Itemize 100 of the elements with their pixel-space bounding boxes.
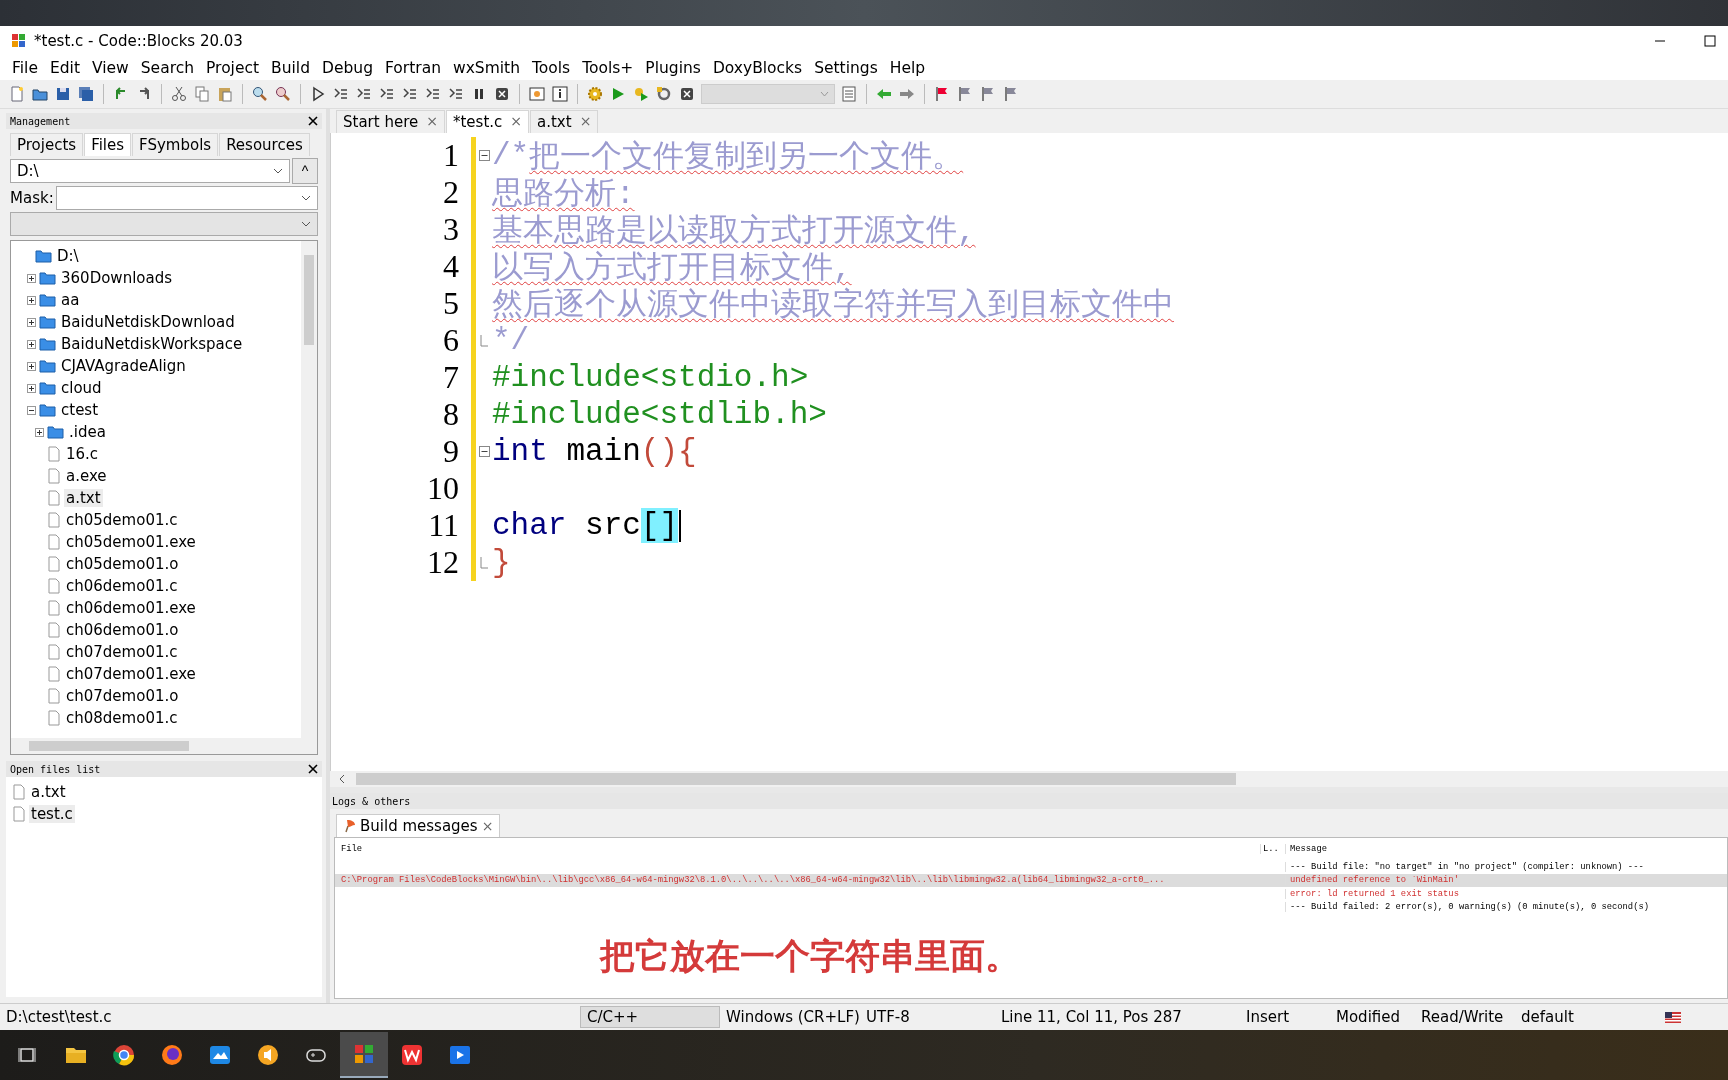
tree-item[interactable]: ch08demo01.c bbox=[64, 709, 180, 727]
file-icon bbox=[47, 490, 61, 506]
tree-item[interactable]: ch05demo01.c bbox=[64, 511, 180, 529]
column-header[interactable]: File bbox=[335, 844, 1260, 854]
tree-item[interactable]: CJAVAgradeAlign bbox=[59, 357, 188, 375]
expand-icon[interactable] bbox=[27, 273, 36, 283]
expand-icon[interactable] bbox=[27, 383, 36, 393]
code-line: int main(){ bbox=[492, 434, 697, 469]
panel-tab[interactable]: FSymbols bbox=[132, 133, 219, 156]
tree-item[interactable]: ch07demo01.o bbox=[64, 687, 181, 705]
menu-item[interactable]: View bbox=[85, 59, 135, 77]
info-icon[interactable] bbox=[551, 85, 569, 103]
copy-icon[interactable] bbox=[193, 85, 211, 103]
menu-item[interactable]: wxSmith bbox=[447, 59, 526, 77]
tree-item[interactable]: ch06demo01.o bbox=[64, 621, 181, 639]
editor-tab[interactable]: *test.c × bbox=[445, 110, 529, 133]
tree-item[interactable]: ch07demo01.exe bbox=[64, 665, 198, 683]
maximize-icon[interactable] bbox=[1704, 35, 1716, 47]
menu-item[interactable]: Edit bbox=[43, 59, 86, 77]
tree-item[interactable]: ch05demo01.exe bbox=[64, 533, 198, 551]
replace-icon[interactable] bbox=[274, 85, 292, 103]
folder-icon bbox=[39, 359, 56, 373]
cut-icon[interactable] bbox=[170, 85, 188, 103]
chevron-down-icon bbox=[301, 221, 311, 227]
tree-item[interactable]: BaiduNetdiskWorkspace bbox=[59, 335, 245, 353]
menu-item[interactable]: Debug bbox=[316, 59, 379, 77]
editor-tab[interactable]: a.txt × bbox=[530, 110, 599, 133]
menu-item[interactable]: DoxyBlocks bbox=[706, 59, 809, 77]
fold-icon[interactable] bbox=[478, 150, 490, 161]
tree-item[interactable]: cloud bbox=[59, 379, 104, 397]
chevron-down-icon bbox=[301, 195, 311, 201]
tree-item[interactable]: ch05demo01.o bbox=[64, 555, 181, 573]
expand-icon[interactable] bbox=[27, 339, 36, 349]
menu-item[interactable]: Fortran bbox=[379, 59, 447, 77]
expand-icon[interactable] bbox=[27, 317, 36, 327]
panel-tab[interactable]: Resources bbox=[219, 133, 310, 156]
menu-item[interactable]: Build bbox=[265, 59, 316, 77]
open-file-item[interactable]: test.c bbox=[29, 805, 75, 823]
menu-item[interactable]: File bbox=[6, 59, 44, 77]
column-header[interactable]: L.. bbox=[1260, 844, 1285, 854]
editor-tab[interactable]: Start here × bbox=[336, 110, 445, 133]
file-icon bbox=[47, 534, 61, 550]
tree-item[interactable]: ctest bbox=[59, 401, 101, 419]
expand-icon[interactable] bbox=[27, 295, 36, 305]
path-dropdown[interactable]: D:\ bbox=[10, 159, 290, 183]
paste-icon[interactable] bbox=[216, 85, 234, 103]
tree-item[interactable]: ch06demo01.c bbox=[64, 577, 180, 595]
gear-icon[interactable] bbox=[586, 85, 604, 103]
chevron-left-icon[interactable] bbox=[338, 774, 346, 784]
tree-item[interactable]: 16.c bbox=[64, 445, 101, 463]
log-row[interactable]: --- Build failed: 2 error(s), 0 warning(s) (0 minute(s), 0 second(s) bbox=[335, 900, 1727, 914]
build-run-icon[interactable] bbox=[632, 85, 650, 103]
menu-item[interactable]: Help bbox=[883, 59, 932, 77]
status-field: C/C++ bbox=[580, 1006, 720, 1028]
list-icon[interactable] bbox=[840, 85, 858, 103]
tree-item[interactable]: BaiduNetdiskDownload bbox=[59, 313, 237, 331]
menu-item[interactable]: Settings bbox=[808, 59, 884, 77]
expand-icon[interactable] bbox=[35, 427, 44, 437]
tree-item[interactable]: ch06demo01.exe bbox=[64, 599, 198, 617]
tree-item[interactable]: .idea bbox=[67, 423, 108, 441]
menu-item[interactable]: Tools+ bbox=[576, 59, 640, 77]
tree-item[interactable]: a.exe bbox=[64, 467, 109, 485]
code-line: } bbox=[492, 545, 511, 580]
file-icon bbox=[47, 446, 61, 462]
search-icon[interactable] bbox=[251, 85, 269, 103]
scrollbar[interactable] bbox=[11, 738, 317, 754]
panel-tab[interactable]: Files bbox=[84, 133, 132, 156]
chevron-down-icon bbox=[820, 91, 829, 97]
panel-tab[interactable]: Projects bbox=[10, 133, 84, 156]
menu-item[interactable]: Tools bbox=[526, 59, 577, 77]
close-icon[interactable] bbox=[308, 116, 318, 126]
window-icon[interactable] bbox=[528, 85, 546, 103]
tree-item[interactable]: 360Downloads bbox=[59, 269, 174, 287]
rebuild-icon[interactable] bbox=[655, 85, 673, 103]
tree-item[interactable]: ch07demo01.c bbox=[64, 643, 180, 661]
log-tab[interactable]: Build messages × bbox=[336, 814, 501, 837]
save-icon[interactable] bbox=[54, 85, 72, 103]
menu-item[interactable]: Search bbox=[134, 59, 201, 77]
collapse-icon[interactable] bbox=[27, 405, 36, 415]
save-all-icon[interactable] bbox=[77, 85, 95, 103]
column-header[interactable]: Message bbox=[1285, 844, 1727, 854]
scrollbar[interactable] bbox=[301, 241, 317, 738]
menu-item[interactable]: Project bbox=[200, 59, 266, 77]
tree-item[interactable]: a.txt bbox=[64, 489, 103, 507]
log-row[interactable]: C:\Program Files\CodeBlocks\MinGW\bin\..\lib\gcc\x86_64-w64-mingw32\8.1.0\..\..\..\..\x86_64-w64-mingw32\lib\..\lib\libmingw32.a(lib64_libmingw32_a-crt0_... undefined reference to `WinMain' bbox=[335, 873, 1727, 887]
tree-item[interactable]: D:\ bbox=[55, 247, 81, 265]
stop-icon[interactable] bbox=[493, 85, 511, 103]
open-file-item[interactable]: a.txt bbox=[29, 783, 68, 801]
file-icon bbox=[47, 622, 61, 638]
file-icon bbox=[47, 468, 61, 484]
close-icon[interactable] bbox=[308, 764, 318, 774]
window-grid-icon[interactable] bbox=[340, 1032, 388, 1078]
log-row[interactable]: error: ld returned 1 exit status bbox=[335, 887, 1727, 901]
log-row[interactable]: --- Build file: "no target" in "no project" (compiler: unknown) --- bbox=[335, 860, 1727, 874]
tree-item[interactable]: aa bbox=[59, 291, 82, 309]
up-button[interactable]: ^ bbox=[292, 158, 318, 184]
abort-icon[interactable] bbox=[678, 85, 696, 103]
expand-icon[interactable] bbox=[27, 361, 36, 371]
fold-icon[interactable] bbox=[478, 446, 490, 457]
menu-item[interactable]: Plugins bbox=[639, 59, 707, 77]
